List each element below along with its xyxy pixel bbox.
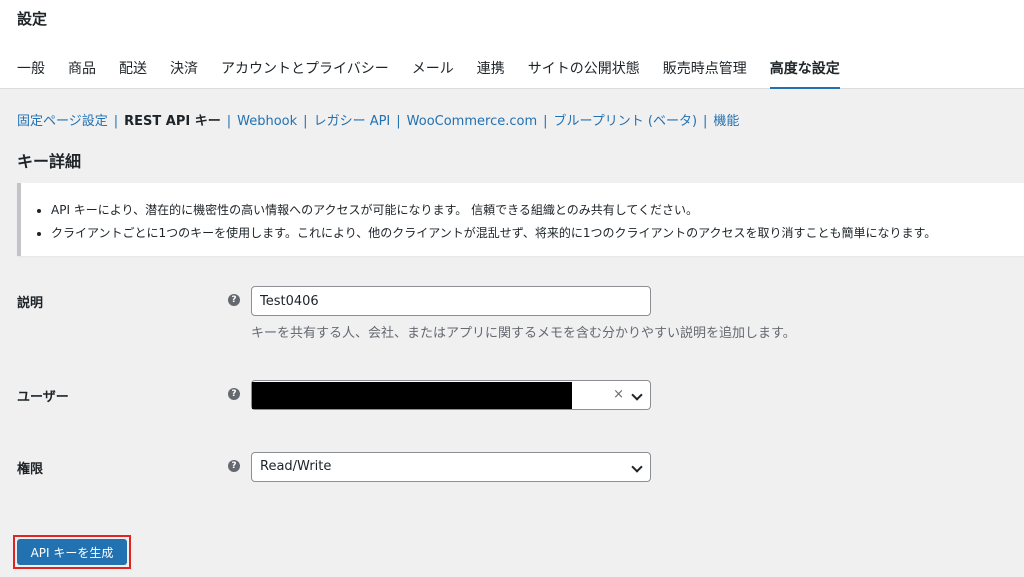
help-icon[interactable]: ? — [228, 460, 240, 472]
tab-advanced[interactable]: 高度な設定 — [769, 55, 840, 89]
info-notice: API キーにより、潜在的に機密性の高い情報へのアクセスが可能になります。 信頼… — [17, 183, 1024, 256]
subnav-woocommerce-com[interactable]: WooCommerce.com — [407, 114, 537, 129]
header-area: 設定 一般 商品 配送 決済 アカウントとプライバシー メール 連携 サイトの公… — [0, 0, 1024, 89]
subnav-rest-api-current: REST API キー — [124, 114, 221, 129]
help-icon[interactable]: ? — [228, 294, 240, 306]
section-title: キー詳細 — [17, 152, 82, 171]
user-select[interactable]: × — [251, 380, 651, 410]
notice-item: API キーにより、潜在的に機密性の高い情報へのアクセスが可能になります。 信頼… — [51, 199, 1024, 222]
help-icon[interactable]: ? — [228, 388, 240, 400]
subnav-separator: | — [543, 114, 548, 129]
tab-products[interactable]: 商品 — [68, 55, 96, 89]
subnav-separator: | — [303, 114, 308, 129]
chevron-down-icon — [631, 389, 643, 401]
clear-icon[interactable]: × — [613, 387, 624, 402]
tab-general[interactable]: 一般 — [17, 55, 45, 89]
tab-shipping[interactable]: 配送 — [119, 55, 147, 89]
notice-item: クライアントごとに1つのキーを使用します。これにより、他のクライアントが混乱せず… — [51, 222, 1024, 245]
tab-payments[interactable]: 決済 — [170, 55, 198, 89]
tab-point-of-sale[interactable]: 販売時点管理 — [663, 55, 747, 89]
permissions-label: 権限 — [17, 462, 44, 477]
permissions-select[interactable]: Read/Write — [251, 452, 651, 482]
subnav-webhook[interactable]: Webhook — [237, 114, 297, 129]
advanced-subnav: 固定ページ設定 | REST API キー | Webhook | レガシー API | Woo… — [17, 110, 739, 129]
tab-emails[interactable]: メール — [412, 55, 454, 89]
redacted-user-value — [252, 382, 572, 409]
description-help-text: キーを共有する人、会社、またはアプリに関するメモを含む分かりやすい説明を追加しま… — [251, 326, 796, 341]
chevron-down-icon — [631, 461, 643, 473]
subnav-page-setup[interactable]: 固定ページ設定 — [17, 114, 108, 129]
subnav-separator: | — [226, 114, 232, 129]
subnav-legacy-api[interactable]: レガシー API — [314, 114, 391, 129]
description-input[interactable] — [251, 286, 651, 316]
permissions-value: Read/Write — [260, 459, 332, 474]
subnav-blueprint[interactable]: ブループリント (ベータ) — [554, 114, 698, 129]
subnav-separator: | — [396, 114, 401, 129]
tab-integration[interactable]: 連携 — [477, 55, 505, 89]
description-label: 説明 — [17, 296, 44, 311]
tab-accounts-privacy[interactable]: アカウントとプライバシー — [221, 55, 389, 89]
tab-site-visibility[interactable]: サイトの公開状態 — [528, 55, 640, 89]
page-title: 設定 — [17, 10, 48, 28]
subnav-separator: | — [113, 114, 119, 129]
settings-tabs: 一般 商品 配送 決済 アカウントとプライバシー メール 連携 サイトの公開状態… — [17, 55, 863, 89]
subnav-features[interactable]: 機能 — [713, 114, 739, 129]
generate-api-key-button[interactable]: API キーを生成 — [17, 539, 127, 565]
user-label: ユーザー — [17, 390, 69, 405]
subnav-separator: | — [703, 114, 708, 129]
